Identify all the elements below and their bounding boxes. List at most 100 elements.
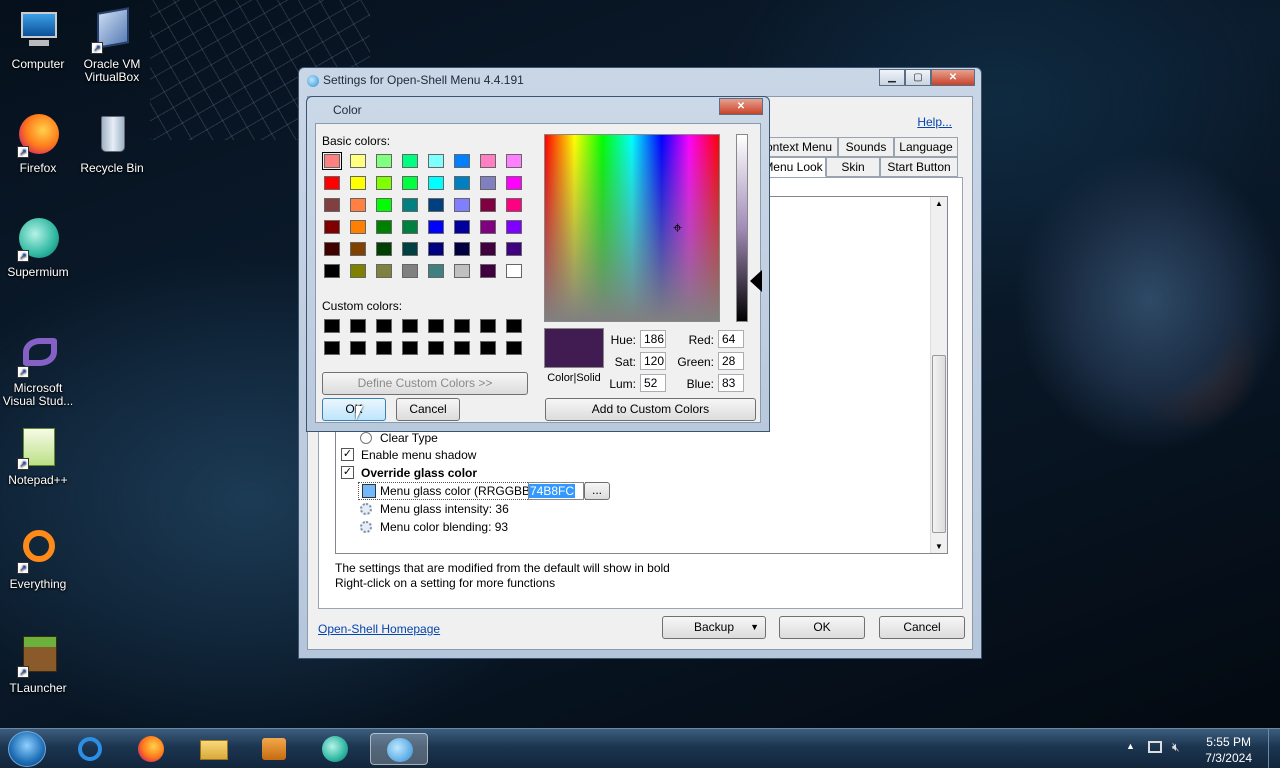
basic-color-swatch[interactable] [402,220,418,234]
scroll-up-icon[interactable]: ▲ [935,199,943,208]
taskbar-ie-icon[interactable] [72,733,106,765]
basic-color-swatch[interactable] [454,264,470,278]
basic-color-swatch[interactable] [376,264,392,278]
basic-color-swatch[interactable] [428,264,444,278]
show-desktop-button[interactable] [1268,729,1280,768]
basic-color-swatch[interactable] [402,242,418,256]
basic-color-swatch[interactable] [506,264,522,278]
custom-color-swatch[interactable] [506,319,522,333]
tab-skin[interactable]: Skin [826,157,880,177]
basic-color-swatch[interactable] [506,198,522,212]
basic-color-swatch[interactable] [454,198,470,212]
basic-color-swatch[interactable] [454,242,470,256]
desktop-icon-recycle-bin[interactable]: Recycle Bin [74,112,150,175]
color-spectrum[interactable]: ⌖ [544,134,720,322]
color-blending-label[interactable]: Menu color blending: 93 [380,518,508,536]
custom-color-swatch[interactable] [402,341,418,355]
basic-color-swatch[interactable] [454,154,470,168]
custom-color-swatch[interactable] [324,341,340,355]
enable-shadow-checkbox[interactable]: ✓ [341,448,354,461]
basic-color-swatch[interactable] [324,242,340,256]
taskbar-clock[interactable]: 5:55 PM 7/3/2024 [1205,734,1252,766]
taskbar-media-player-icon[interactable] [256,733,290,765]
basic-color-swatch[interactable] [322,152,342,170]
taskbar-firefox-icon[interactable] [134,733,168,765]
basic-color-swatch[interactable] [428,176,444,190]
hue-input[interactable]: 186 [640,330,666,348]
taskbar-supermium-icon[interactable] [318,733,352,765]
basic-color-swatch[interactable] [376,198,392,212]
tab-context-menu[interactable]: ontext Menu [760,137,838,157]
desktop-icon-tlauncher[interactable]: ↗ TLauncher [0,632,76,695]
taskbar-open-shell-icon[interactable] [370,733,428,765]
desktop-icon-everything[interactable]: ↗ Everything [0,528,76,591]
start-button[interactable] [8,731,46,767]
tab-start-button[interactable]: Start Button [880,157,958,177]
custom-color-swatch[interactable] [350,341,366,355]
basic-color-swatch[interactable] [350,220,366,234]
basic-color-swatch[interactable] [324,220,340,234]
basic-color-swatch[interactable] [506,176,522,190]
basic-color-swatch[interactable] [350,242,366,256]
add-to-custom-colors-button[interactable]: Add to Custom Colors [545,398,756,421]
desktop-icon-visual-studio[interactable]: ↗ Microsoft Visual Stud... [0,332,76,408]
basic-color-swatch[interactable] [402,264,418,278]
basic-color-swatch[interactable] [480,198,496,212]
maximize-button[interactable]: ▢ [905,69,931,86]
desktop-icon-computer[interactable]: Computer [0,8,76,71]
glass-intensity-label[interactable]: Menu glass intensity: 36 [380,500,509,518]
sat-input[interactable]: 120 [640,352,666,370]
define-custom-colors-button[interactable]: Define Custom Colors >> [322,372,528,395]
settings-cancel-button[interactable]: Cancel [879,616,965,639]
override-glass-checkbox[interactable]: ✓ [341,466,354,479]
glass-color-input[interactable]: 74B8FC [528,482,584,500]
basic-color-swatch[interactable] [480,220,496,234]
basic-color-swatch[interactable] [454,220,470,234]
scroll-thumb[interactable] [932,355,946,533]
browse-color-button[interactable]: ... [584,482,610,500]
network-icon[interactable] [1148,741,1162,753]
custom-color-swatch[interactable] [376,319,392,333]
settings-ok-button[interactable]: OK [779,616,865,639]
basic-color-swatch[interactable] [350,198,366,212]
desktop-icon-notepadpp[interactable]: ↗ Notepad++ [0,424,76,487]
basic-color-swatch[interactable] [402,198,418,212]
desktop-icon-supermium[interactable]: ↗ Supermium [0,216,76,279]
basic-color-swatch[interactable] [350,154,366,168]
custom-color-swatch[interactable] [454,319,470,333]
color-dialog-close-button[interactable]: ✕ [719,98,763,115]
custom-color-swatch[interactable] [480,341,496,355]
basic-color-swatch[interactable] [350,264,366,278]
color-ok-button[interactable]: OK [322,398,386,421]
custom-color-swatch[interactable] [428,319,444,333]
basic-color-swatch[interactable] [480,154,496,168]
custom-color-swatch[interactable] [402,319,418,333]
basic-color-swatch[interactable] [506,154,522,168]
backup-button[interactable]: Backup ▼ [662,616,766,639]
taskbar-explorer-icon[interactable] [196,733,230,765]
tree-scrollbar[interactable]: ▲ ▼ [930,197,947,553]
basic-color-swatch[interactable] [324,176,340,190]
red-input[interactable]: 64 [718,330,744,348]
scroll-down-icon[interactable]: ▼ [935,542,943,551]
custom-color-swatch[interactable] [324,319,340,333]
custom-color-swatch[interactable] [428,341,444,355]
basic-color-swatch[interactable] [376,220,392,234]
luminance-arrow-icon[interactable] [750,270,762,292]
homepage-link[interactable]: Open-Shell Homepage [318,622,440,636]
basic-color-swatch[interactable] [376,176,392,190]
volume-muted-icon[interactable]: 🔇︎ [1172,740,1180,755]
basic-color-swatch[interactable] [350,176,366,190]
basic-color-swatch[interactable] [480,176,496,190]
green-input[interactable]: 28 [718,352,744,370]
basic-color-swatch[interactable] [454,176,470,190]
basic-color-swatch[interactable] [428,198,444,212]
basic-color-swatch[interactable] [402,154,418,168]
basic-color-swatch[interactable] [506,220,522,234]
luminance-bar[interactable] [736,134,748,322]
basic-color-swatch[interactable] [324,198,340,212]
custom-color-swatch[interactable] [506,341,522,355]
basic-color-swatch[interactable] [428,154,444,168]
basic-color-swatch[interactable] [324,264,340,278]
custom-color-swatch[interactable] [454,341,470,355]
